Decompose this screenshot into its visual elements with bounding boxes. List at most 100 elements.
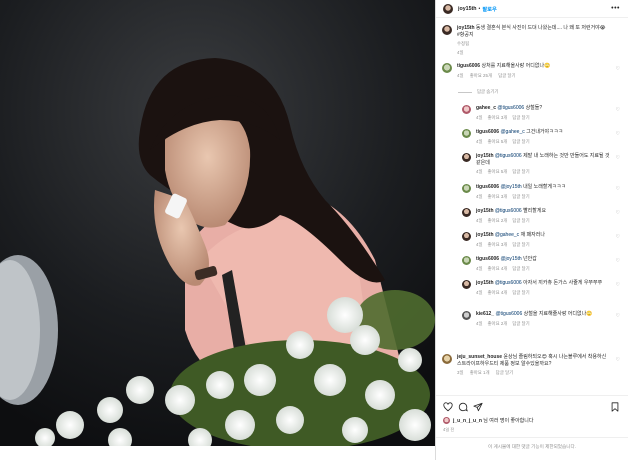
reply-mention[interactable]: @tigus6006 [495,280,522,286]
reply-avatar[interactable] [462,256,471,265]
reply-avatar[interactable] [462,129,471,138]
like-reply-icon[interactable]: ♡ [616,282,620,288]
commenter-avatar[interactable] [442,63,452,73]
caption-edited: 수정됨 [457,41,470,47]
author-username[interactable]: joy15th [458,6,477,12]
reply-mention[interactable]: @tigus6006 [495,208,522,214]
commenter-avatar[interactable] [442,354,452,364]
reply-button[interactable]: 답글 달기 [512,115,529,120]
reply-likes[interactable]: 좋아요 3개 [487,242,507,247]
reply-button[interactable]: 답글 달기 [512,169,529,174]
reply-likes[interactable]: 좋아요 4개 [487,266,507,271]
reply-button[interactable]: 답글 달기 [498,73,515,78]
reply-time: 4일 [476,289,483,295]
author-avatar[interactable] [443,3,453,14]
reply-text: 재 패자러나 [520,232,545,238]
separator-dot: • [478,5,481,12]
caption-avatar[interactable] [442,25,452,35]
like-reply-icon[interactable]: ♡ [616,210,620,216]
reply-time: 4일 [476,193,483,199]
comment-item: jeju_sunset_house 윤상님 졸림하되오😍 혹시 나는블루에서 착… [442,354,607,377]
reply-item: tigus6006 @gahee_c 그건내거야ㅋㅋㅋ 4일 좋아요 5개 답글 달… [462,129,611,145]
liker-username[interactable]: j_u_n_j_u_n [453,418,482,424]
like-reply-icon[interactable]: ♡ [616,155,620,161]
comments-restricted-notice: 이 게시물에 대한 댓글 기능이 제한되었습니다. [436,437,628,455]
reply-avatar[interactable] [462,280,471,289]
reply-button[interactable]: 답글 달기 [512,194,529,199]
follow-button[interactable]: 팔로우 [482,5,497,13]
reply-mention[interactable]: @tigus6006 [495,153,522,159]
like-reply-icon[interactable]: ♡ [616,107,620,113]
reply-username[interactable]: tigus6006 [476,256,499,262]
heart-icon[interactable] [443,402,453,412]
liker-avatar [443,417,450,424]
reply-mention[interactable]: @tigus6006 [497,105,524,111]
reply-username[interactable]: tigus6006 [476,129,499,135]
hide-replies-button[interactable]: 답글 숨기기 [458,89,498,95]
comment-likes[interactable]: 좋아요 1개 [470,370,490,375]
reply-mention[interactable]: @gahee_c [495,232,519,238]
reply-username[interactable]: tigus6006 [476,184,499,190]
reply-button[interactable]: 답글 달기 [512,139,529,144]
reply-button[interactable]: 답글 달기 [512,290,529,295]
reply-text: 넌안갑 [523,256,537,262]
like-reply-icon[interactable]: ♡ [616,234,620,240]
like-comment-icon[interactable]: ♡ [616,66,620,72]
like-reply-icon[interactable]: ♡ [616,186,620,192]
reply-item: gahee_c @tigus6006 상철들? 4일 좋아요 3개 답글 달기 [462,105,611,121]
like-reply-icon[interactable]: ♡ [616,131,620,137]
comment-icon[interactable] [458,402,468,412]
like-comment-icon[interactable]: ♡ [616,357,620,363]
like-reply-icon[interactable]: ♡ [616,258,620,264]
reply-button[interactable]: 답글 달기 [512,242,529,247]
reply-likes[interactable]: 좋아요 5개 [487,139,507,144]
more-options-icon[interactable]: ••• [611,5,620,12]
reply-text: 아자서 끼카츄 돈가스 사줄게 우쭈쭈쭈 [523,280,603,286]
reply-button[interactable]: 답글 달기 [512,266,529,271]
reply-likes[interactable]: 좋아요 3개 [487,194,507,199]
reply-likes[interactable]: 좋아요 2개 [487,218,507,223]
reply-likes[interactable]: 좋아요 4개 [487,290,507,295]
reply-avatar[interactable] [462,105,471,114]
like-reply-icon[interactable]: ♡ [616,313,620,319]
commenter-username[interactable]: jeju_sunset_house [457,354,502,360]
reply-username[interactable]: joy15th [476,232,494,238]
reply-item: joy15th @tigus6006 아자서 끼카츄 돈가스 사줄게 우쭈쭈쭈 … [462,280,611,296]
reply-mention[interactable]: @tigus6006 [495,311,522,317]
reply-username[interactable]: kie612_ [476,311,494,317]
comment-time: 4일 [457,72,464,78]
photo-bottom-strip [0,446,435,460]
reply-button[interactable]: 답글 달기 [512,218,529,223]
bookmark-icon[interactable] [610,402,620,412]
comments-scroll[interactable]: joy15th 동생 결혼식 본식 사진이 드뎌 나왔는데.... 나 왜 또 … [436,19,628,394]
comment-text: 상처를 지료해올사랑 어디없나🙄 [481,63,551,69]
reply-avatar[interactable] [462,232,471,241]
reply-time: 4일 [476,217,483,223]
reply-button[interactable]: 답글 달기 [496,370,513,375]
reply-username[interactable]: joy15th [476,153,494,159]
reply-mention[interactable]: @joy15th [500,256,521,262]
post-photo[interactable] [0,0,435,446]
reply-avatar[interactable] [462,153,471,162]
share-icon[interactable] [473,402,483,412]
comment-likes[interactable]: 좋아요 25개 [470,73,492,78]
reply-item: tigus6006 @joy15th 내일 노래할게ㅋㅋㅋ 4일 좋아요 3개 답글… [462,184,611,200]
commenter-username[interactable]: tigus6006 [457,63,480,69]
likes-text: 님 여러 명이 좋아합니다 [483,418,534,424]
reply-button[interactable]: 답글 달기 [512,321,529,326]
reply-mention[interactable]: @gahee_c [500,129,524,135]
reply-avatar[interactable] [462,184,471,193]
reply-likes[interactable]: 좋아요 5개 [487,169,507,174]
reply-mention[interactable]: @joy15th [500,184,521,190]
reply-username[interactable]: joy15th [476,208,494,214]
likes-summary[interactable]: j_u_n_j_u_n 님 여러 명이 좋아합니다 [443,417,533,424]
caption: joy15th 동생 결혼식 본식 사진이 드뎌 나왔는데.... 나 왜 또 … [442,25,607,56]
reply-item: joy15th @tigus6006 제발 내 노래하는 것만 만들어도 지료될… [462,153,611,176]
reply-username[interactable]: joy15th [476,280,494,286]
reply-avatar[interactable] [462,311,471,320]
caption-username[interactable]: joy15th [457,25,475,31]
reply-likes[interactable]: 좋아요 2개 [487,321,507,326]
reply-avatar[interactable] [462,208,471,217]
reply-likes[interactable]: 좋아요 3개 [487,115,507,120]
reply-username[interactable]: gahee_c [476,105,496,111]
